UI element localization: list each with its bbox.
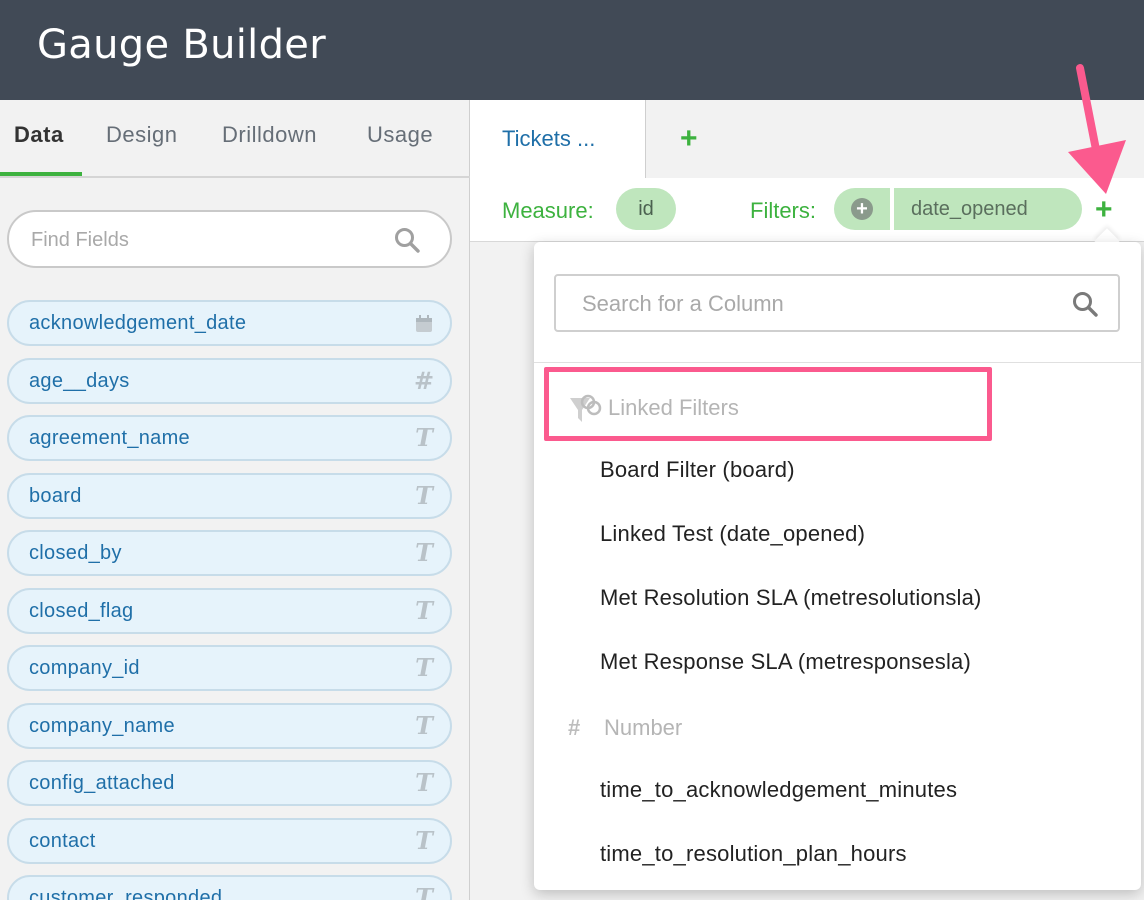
column-search-input[interactable] <box>582 290 1042 318</box>
top-bar: Gauge Builder <box>0 0 1144 100</box>
field-item[interactable]: contact T <box>7 817 452 864</box>
dropdown-divider <box>534 362 1141 363</box>
app-title: Gauge Builder <box>37 22 326 68</box>
annotation-arrow-icon <box>1068 64 1126 194</box>
tab-tickets-label: Tickets ... <box>502 126 596 151</box>
annotation-highlight-box <box>544 367 992 441</box>
field-name: closed_by <box>29 542 122 564</box>
find-fields-search <box>7 210 452 268</box>
app-root: Gauge Builder Data Design Drilldown Usag… <box>0 0 1144 900</box>
find-fields-input[interactable] <box>31 226 391 254</box>
field-name: company_name <box>29 714 175 737</box>
text-type-icon: T <box>415 768 433 797</box>
active-tab-indicator <box>0 172 82 176</box>
field-name: agreement_name <box>29 427 190 449</box>
tab-data[interactable]: Data <box>14 122 64 148</box>
measure-label: Measure: <box>502 198 594 223</box>
column-option[interactable]: time_to_acknowledgement_minutes <box>600 777 957 803</box>
text-type-icon: T <box>415 480 433 510</box>
field-name: board <box>29 484 82 507</box>
column-search <box>554 274 1120 332</box>
hash-icon: # <box>568 715 581 740</box>
column-dropdown: Linked Filters Board Filter (board) Link… <box>534 242 1141 890</box>
text-type-icon: T <box>415 538 433 567</box>
field-item[interactable]: board T <box>7 472 452 519</box>
field-item[interactable]: age__days # <box>7 357 452 404</box>
text-type-icon: T <box>415 595 433 625</box>
field-name: acknowledgement_date <box>29 312 247 334</box>
field-item[interactable]: closed_by T <box>7 530 452 576</box>
search-icon[interactable] <box>1072 291 1098 317</box>
field-item[interactable]: company_id T <box>7 645 452 691</box>
column-option[interactable]: Linked Test (date_opened) <box>600 521 865 547</box>
text-type-icon: T <box>415 423 433 452</box>
field-name: closed_flag <box>29 599 134 622</box>
calendar-icon <box>412 310 436 336</box>
field-name: age__days <box>29 369 130 392</box>
sidebar-tabs: Data Design Drilldown Usage <box>0 100 470 178</box>
sidebar: Data Design Drilldown Usage acknowledgem… <box>0 100 470 900</box>
text-type-icon: T <box>415 825 433 855</box>
field-list: acknowledgement_date age__days # agreement_… <box>7 300 452 900</box>
field-item[interactable]: acknowledgement_date <box>7 300 452 346</box>
field-name: company_id <box>29 657 140 679</box>
field-item[interactable]: customer_responded T <box>7 875 452 900</box>
column-option[interactable]: Board Filter (board) <box>600 457 795 483</box>
group-header-label: Number <box>604 715 683 740</box>
measure-pill[interactable]: id <box>616 188 676 230</box>
field-name: config_attached <box>29 772 175 794</box>
text-type-icon: T <box>415 710 433 740</box>
field-item[interactable]: company_name T <box>7 702 452 749</box>
plus-circle-icon: + <box>851 198 873 220</box>
field-name: customer_responded <box>29 887 223 900</box>
field-item[interactable]: closed_flag T <box>7 587 452 634</box>
tab-tickets[interactable]: Tickets ... <box>470 100 646 180</box>
field-name: contact <box>29 829 96 852</box>
group-header-number: # Number <box>568 715 682 741</box>
text-type-icon: T <box>415 653 433 682</box>
tab-usage[interactable]: Usage <box>367 122 433 148</box>
hash-icon: # <box>413 366 435 395</box>
column-option[interactable]: Met Response SLA (metresponsesla) <box>600 649 971 675</box>
tab-drilldown[interactable]: Drilldown <box>222 122 317 148</box>
field-item[interactable]: agreement_name T <box>7 415 452 461</box>
text-type-icon: T <box>415 883 433 900</box>
filters-label: Filters: <box>750 198 816 223</box>
column-option[interactable]: Met Resolution SLA (metresolutionsla) <box>600 585 982 611</box>
filter-toggle[interactable]: + <box>834 188 890 230</box>
search-icon[interactable] <box>394 227 420 253</box>
field-item[interactable]: config_attached T <box>7 760 452 806</box>
tab-design[interactable]: Design <box>106 122 177 148</box>
add-tab-button[interactable]: + <box>680 124 698 154</box>
column-option[interactable]: time_to_resolution_plan_hours <box>600 841 907 867</box>
